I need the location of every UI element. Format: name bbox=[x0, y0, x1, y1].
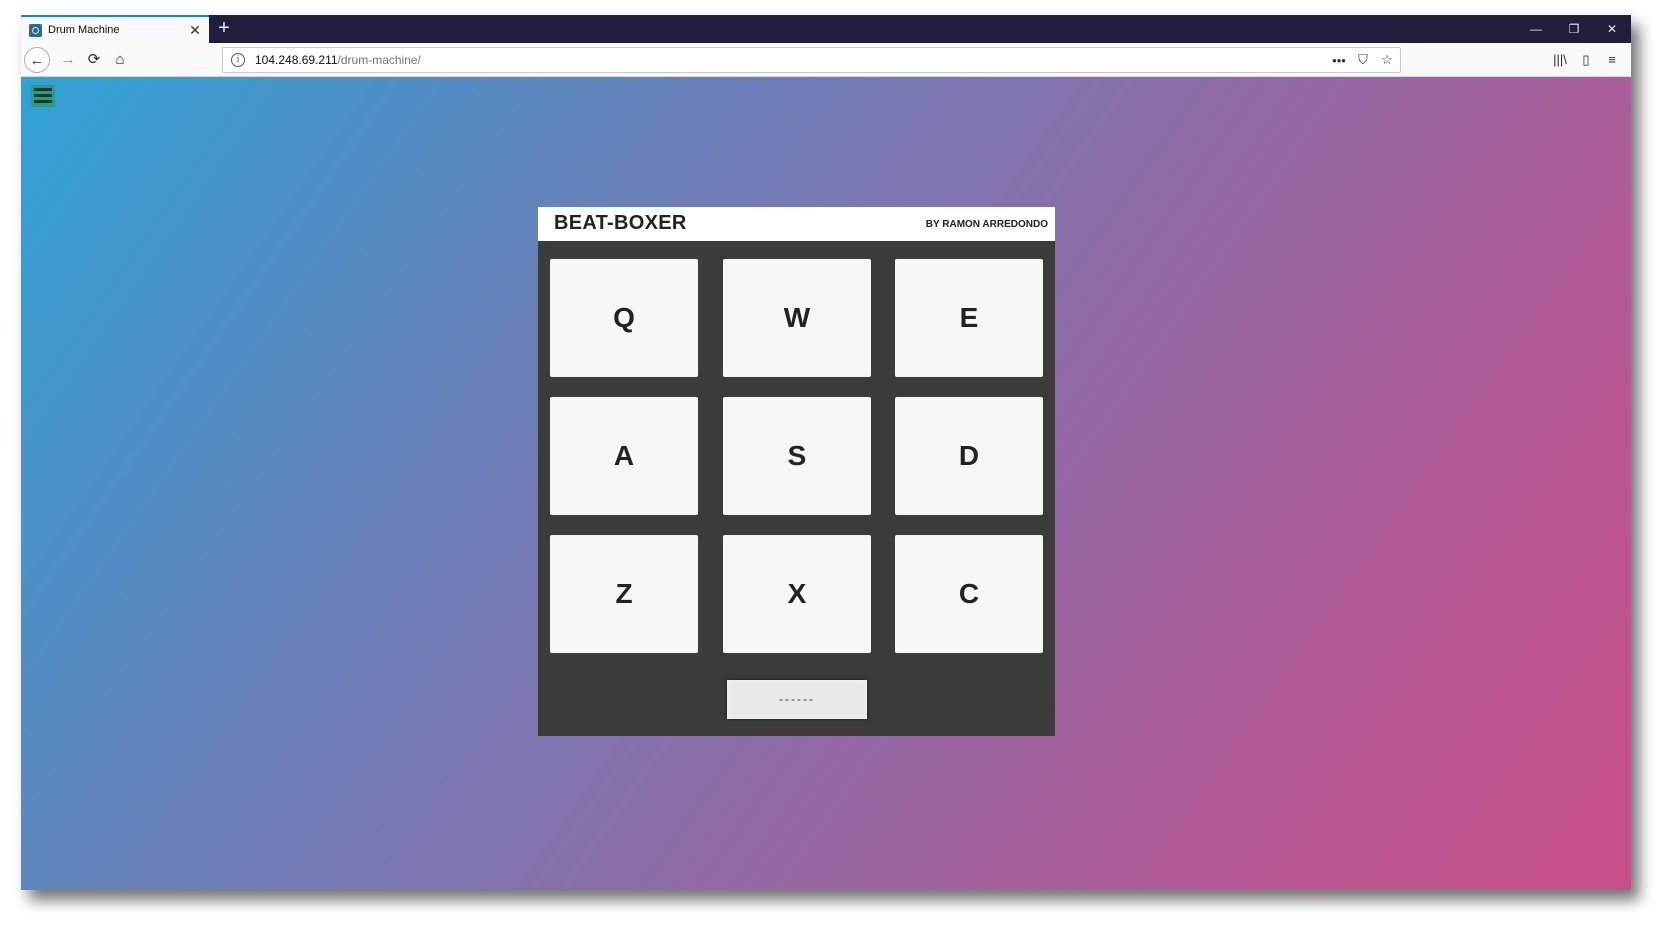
site-info-icon[interactable]: i bbox=[231, 53, 245, 67]
menu-bar-line bbox=[34, 94, 52, 97]
sidebar-icon[interactable]: ▯ bbox=[1573, 47, 1599, 73]
toolbar-right: |||\ ▯ ≡ bbox=[1547, 47, 1625, 73]
home-button[interactable]: ⌂ bbox=[107, 47, 133, 73]
minimize-button[interactable]: — bbox=[1517, 15, 1555, 43]
page-actions-icon[interactable]: ••• bbox=[1328, 53, 1350, 68]
url-path: /drum-machine/ bbox=[337, 53, 421, 67]
browser-window: Drum Machine ✕ + — ❐ ✕ ← → ⟳ ⌂ i 104.248… bbox=[21, 15, 1631, 890]
library-icon[interactable]: |||\ bbox=[1547, 47, 1573, 73]
tab-close-icon[interactable]: ✕ bbox=[187, 22, 203, 38]
window-controls: — ❐ ✕ bbox=[1517, 15, 1631, 43]
back-button[interactable]: ← bbox=[24, 47, 50, 73]
new-tab-button[interactable]: + bbox=[213, 18, 235, 40]
hamburger-menu-icon[interactable]: ≡ bbox=[1599, 47, 1625, 73]
drum-pad-s[interactable]: S bbox=[723, 397, 871, 515]
drum-machine-header: BEAT-BOXER BY RAMON ARREDONDO bbox=[538, 207, 1055, 241]
page-content: BEAT-BOXER BY RAMON ARREDONDO Q W E A S … bbox=[21, 77, 1631, 890]
drum-pad-x[interactable]: X bbox=[723, 535, 871, 653]
drum-machine: BEAT-BOXER BY RAMON ARREDONDO Q W E A S … bbox=[538, 207, 1055, 736]
reload-button[interactable]: ⟳ bbox=[81, 47, 107, 73]
close-window-button[interactable]: ✕ bbox=[1593, 15, 1631, 43]
title-bar: Drum Machine ✕ + — ❐ ✕ bbox=[21, 15, 1631, 43]
drum-pad-z[interactable]: Z bbox=[550, 535, 698, 653]
bookmark-star-icon[interactable]: ☆ bbox=[1376, 52, 1398, 68]
tab-title: Drum Machine bbox=[48, 24, 120, 36]
sound-display: ------ bbox=[727, 680, 867, 719]
forward-button[interactable]: → bbox=[55, 47, 81, 73]
pocket-icon[interactable]: ⛉ bbox=[1352, 52, 1374, 68]
drum-pad-d[interactable]: D bbox=[895, 397, 1043, 515]
app-title: BEAT-BOXER bbox=[554, 212, 687, 234]
drum-pad-e[interactable]: E bbox=[895, 259, 1043, 377]
restore-button[interactable]: ❐ bbox=[1555, 15, 1593, 43]
navigation-bar: ← → ⟳ ⌂ i 104.248.69.211/drum-machine/ •… bbox=[21, 43, 1631, 77]
drum-pad-c[interactable]: C bbox=[895, 535, 1043, 653]
url-text[interactable]: 104.248.69.211/drum-machine/ bbox=[255, 53, 1328, 67]
menu-toggle-icon[interactable] bbox=[31, 85, 55, 107]
author-credit: BY RAMON ARREDONDO bbox=[925, 219, 1048, 230]
tab-drum-machine[interactable]: Drum Machine ✕ bbox=[21, 15, 209, 43]
menu-bar-line bbox=[34, 88, 52, 91]
drum-pad-q[interactable]: Q bbox=[550, 259, 698, 377]
drum-pad-a[interactable]: A bbox=[550, 397, 698, 515]
drum-pad-w[interactable]: W bbox=[723, 259, 871, 377]
url-bar[interactable]: i 104.248.69.211/drum-machine/ ••• ⛉ ☆ bbox=[222, 47, 1401, 73]
url-host: 104.248.69.211 bbox=[255, 53, 338, 67]
menu-bar-line bbox=[34, 100, 52, 103]
react-favicon-icon bbox=[29, 23, 42, 37]
